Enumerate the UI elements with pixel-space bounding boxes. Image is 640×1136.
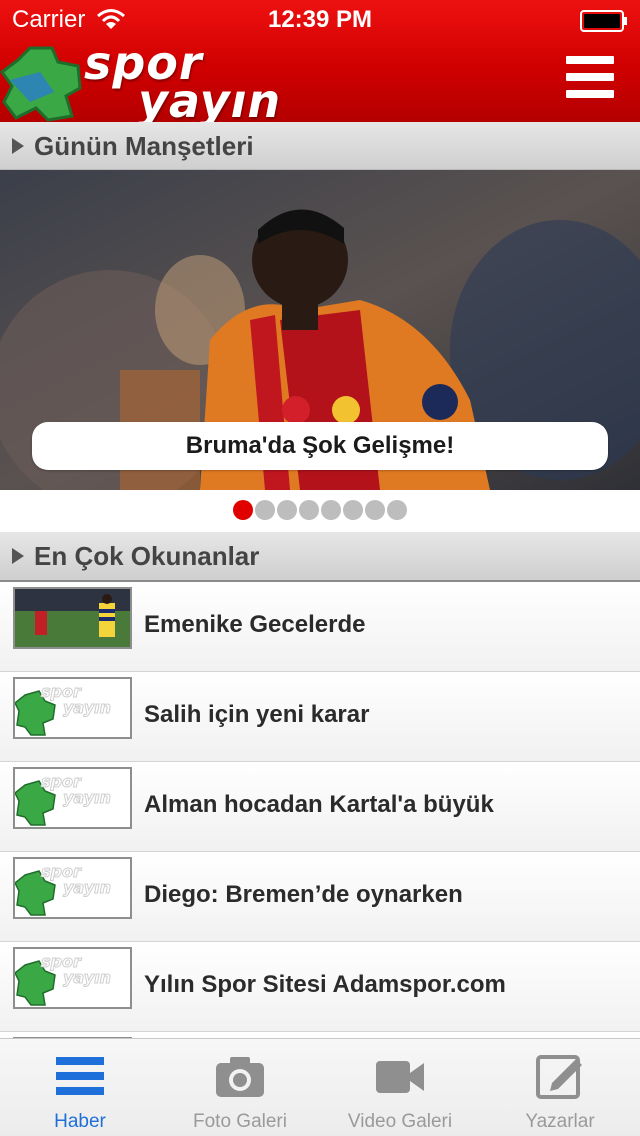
edit-note-icon bbox=[536, 1055, 582, 1099]
list-item[interactable]: spor yayın Diego: Bremen’de oynarken bbox=[0, 852, 640, 942]
news-thumbnail-logo: spor yayın bbox=[13, 857, 132, 919]
battery-icon bbox=[580, 10, 627, 32]
list-item[interactable]: spor yayın Salih için yeni karar bbox=[0, 672, 640, 762]
page-dot[interactable] bbox=[233, 500, 253, 520]
tab-label: Yazarlar bbox=[525, 1111, 595, 1132]
most-read-section-title: En Çok Okunanlar bbox=[34, 541, 260, 571]
bottom-tab-bar: Haber Foto Galeri Video Galeri Yazarlar bbox=[0, 1038, 640, 1136]
page-dot[interactable] bbox=[255, 500, 275, 520]
tab-video-galeri[interactable]: Video Galeri bbox=[320, 1039, 480, 1136]
svg-text:yayın: yayın bbox=[63, 698, 111, 717]
headline-caption[interactable]: Bruma'da Şok Gelişme! bbox=[32, 422, 608, 470]
news-thumbnail-logo: spor yayın bbox=[13, 947, 132, 1009]
triangle-right-icon bbox=[12, 548, 24, 564]
status-bar: Carrier 12:39 PM bbox=[0, 0, 640, 40]
page-dot[interactable] bbox=[343, 500, 363, 520]
logo-mark-icon bbox=[0, 46, 82, 122]
svg-text:yayın: yayın bbox=[63, 878, 111, 897]
page-dot[interactable] bbox=[321, 500, 341, 520]
app-header: Carrier 12:39 PM spor yayın bbox=[0, 0, 640, 128]
most-read-list: Emenike Gecelerde spor yayın Salih için … bbox=[0, 582, 640, 1038]
page-dot[interactable] bbox=[277, 500, 297, 520]
most-read-section-header: En Çok Okunanlar bbox=[0, 532, 640, 582]
status-time: 12:39 PM bbox=[267, 6, 373, 33]
logo-text-yayin: yayın bbox=[138, 74, 282, 128]
svg-text:yayın: yayın bbox=[63, 968, 111, 987]
page-dot[interactable] bbox=[365, 500, 385, 520]
news-title: Emenike Gecelerde bbox=[144, 611, 366, 638]
hamburger-menu-icon[interactable] bbox=[566, 56, 614, 102]
page-dot[interactable] bbox=[299, 500, 319, 520]
news-title: Alman hocadan Kartal'a büyük bbox=[144, 791, 494, 818]
video-camera-icon bbox=[376, 1061, 424, 1093]
news-thumbnail-logo: spor yayın bbox=[13, 767, 132, 829]
tab-foto-galeri[interactable]: Foto Galeri bbox=[160, 1039, 320, 1136]
list-item[interactable]: spor yayın Alman hocadan Kartal'a büyük bbox=[0, 762, 640, 852]
tab-yazarlar[interactable]: Yazarlar bbox=[480, 1039, 640, 1136]
list-item[interactable]: Emenike Gecelerde bbox=[0, 582, 640, 672]
camera-icon bbox=[216, 1057, 264, 1097]
spor-yayin-logo: spor yayın bbox=[0, 40, 340, 128]
triangle-right-icon bbox=[12, 138, 24, 154]
tab-haber[interactable]: Haber bbox=[0, 1039, 160, 1136]
headlines-section-title: Günün Manşetleri bbox=[34, 131, 254, 161]
news-list-icon bbox=[56, 1057, 104, 1095]
news-thumbnail-photo bbox=[13, 587, 132, 649]
svg-text:yayın: yayın bbox=[63, 788, 111, 807]
tab-label: Video Galeri bbox=[347, 1111, 453, 1132]
list-item[interactable]: spor yayın Yılın Spor Sitesi Adamspor.co… bbox=[0, 942, 640, 1032]
news-title: Salih için yeni karar bbox=[144, 701, 370, 728]
carousel-page-indicator[interactable] bbox=[0, 490, 640, 532]
news-title: Yılın Spor Sitesi Adamspor.com bbox=[144, 971, 506, 998]
news-thumbnail-logo: spor yayın bbox=[13, 677, 132, 739]
news-title: Diego: Bremen’de oynarken bbox=[144, 881, 463, 908]
tab-label: Haber bbox=[54, 1111, 106, 1132]
headlines-section-header: Günün Manşetleri bbox=[0, 122, 640, 170]
tab-label: Foto Galeri bbox=[193, 1111, 287, 1132]
page-dot[interactable] bbox=[387, 500, 407, 520]
